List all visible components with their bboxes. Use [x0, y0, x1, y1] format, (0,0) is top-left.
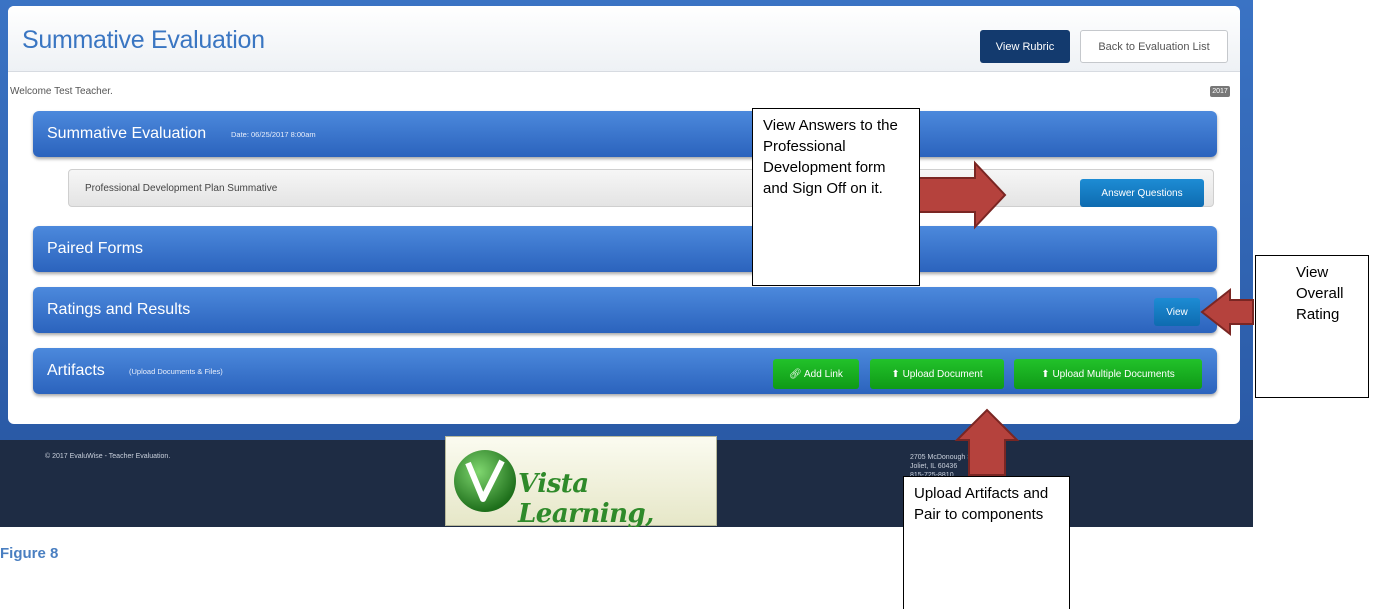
annotation-arrows — [917, 160, 1254, 476]
callout-view-rating: View Overall Rating — [1255, 255, 1369, 398]
document-figure: Summative Evaluation View Rubric Back to… — [0, 0, 1380, 609]
arrow-up-icon — [954, 408, 1020, 476]
callout-view-answers: View Answers to the Professional Develop… — [752, 108, 920, 286]
callout-upload-artifacts: Upload Artifacts and Pair to components — [903, 476, 1070, 609]
arrow-left-icon — [1200, 287, 1254, 337]
arrow-right-icon — [917, 160, 1007, 230]
figure-caption: Figure 8 — [0, 545, 59, 562]
